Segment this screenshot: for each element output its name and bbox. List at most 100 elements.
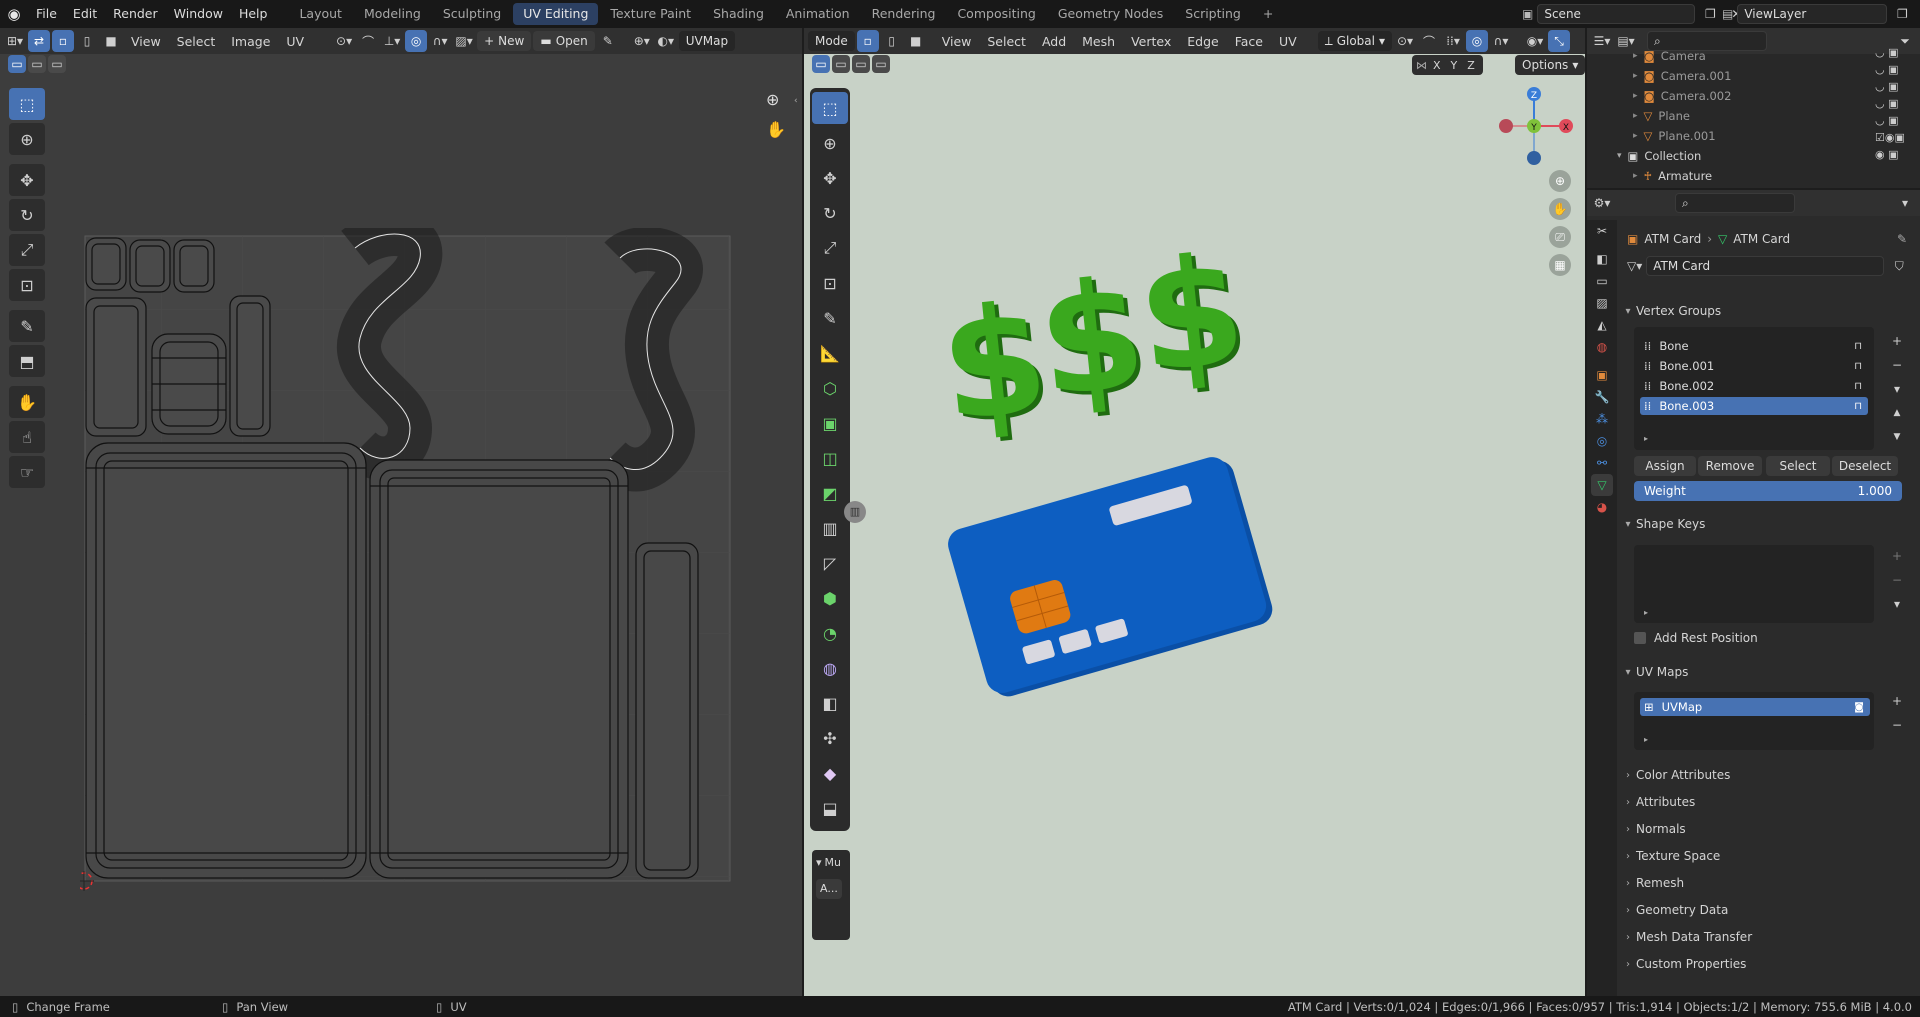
- eye-icon[interactable]: ◡ ▣: [1875, 63, 1905, 76]
- outliner-row-camera-002[interactable]: ▸ ◙ Camera.002: [1633, 86, 1731, 106]
- lock-icon[interactable]: ⊓: [1854, 361, 1862, 372]
- rotate-tool-icon[interactable]: ↻: [9, 199, 45, 231]
- vp-menu-face[interactable]: Face: [1228, 34, 1270, 49]
- add-vertex-group-icon[interactable]: +: [1886, 330, 1908, 352]
- geometry-data-header[interactable]: › Geometry Data: [1620, 899, 1910, 921]
- custom-properties-header[interactable]: › Custom Properties: [1620, 953, 1910, 975]
- lock-icon[interactable]: ⊓: [1854, 381, 1862, 392]
- uv-menu-select[interactable]: Select: [170, 34, 223, 49]
- scene-render[interactable]: $ $ $ $ $ $: [944, 243, 1544, 703]
- uv-island-chip[interactable]: [151, 333, 227, 435]
- mesh-data-icon[interactable]: ▽▾: [1627, 259, 1642, 273]
- poly-build-tool-icon[interactable]: ⬢: [812, 582, 848, 614]
- vp-transform-tool-icon[interactable]: ⊡: [812, 267, 848, 299]
- list-expand-icon[interactable]: ▸: [1644, 735, 1648, 744]
- fake-user-icon[interactable]: ⛉: [1888, 255, 1910, 277]
- move-tool-icon[interactable]: ✥: [9, 164, 45, 196]
- scene-field[interactable]: Scene: [1537, 4, 1696, 24]
- menu-render[interactable]: Render: [105, 0, 166, 28]
- move-down-icon[interactable]: ▼: [1886, 426, 1908, 448]
- scene-tab-icon[interactable]: ◭: [1591, 314, 1613, 336]
- expand-icon[interactable]: ▸: [1633, 51, 1638, 61]
- mesh-data-transfer-header[interactable]: › Mesh Data Transfer: [1620, 926, 1910, 948]
- extrude-tool-icon[interactable]: ▣: [812, 407, 848, 439]
- view-layer-field[interactable]: ViewLayer: [1737, 4, 1888, 24]
- list-expand-icon[interactable]: ▸: [1644, 608, 1648, 617]
- uv-menu-uv[interactable]: UV: [279, 34, 311, 49]
- vp-select-subtract-icon[interactable]: ▭: [852, 55, 870, 73]
- vp-select-extend-icon[interactable]: ▭: [832, 55, 850, 73]
- vp-menu-uv[interactable]: UV: [1272, 34, 1304, 49]
- uv-island-tall-left[interactable]: [85, 297, 147, 437]
- texture-space-header[interactable]: › Texture Space: [1620, 845, 1910, 867]
- assign-button[interactable]: Assign: [1634, 456, 1696, 476]
- tab-texture-paint[interactable]: Texture Paint: [600, 3, 701, 25]
- vp-zoom-icon[interactable]: ⊕: [1549, 170, 1571, 192]
- annotate-tool-icon[interactable]: ✎: [9, 310, 45, 342]
- vp-menu-edge[interactable]: Edge: [1180, 34, 1225, 49]
- add-uv-map-icon[interactable]: +: [1886, 690, 1908, 712]
- world-tab-icon[interactable]: ◍: [1591, 336, 1613, 358]
- inset-tool-icon[interactable]: ◫: [812, 442, 848, 474]
- remove-uv-map-icon[interactable]: −: [1886, 714, 1908, 736]
- uvmap-selector[interactable]: UVMap: [678, 31, 736, 51]
- tab-layout[interactable]: Layout: [289, 3, 352, 25]
- vp-menu-view[interactable]: View: [935, 34, 979, 49]
- mode-selector[interactable]: Mode: [808, 31, 855, 51]
- remove-vertex-group-icon[interactable]: −: [1886, 354, 1908, 376]
- zoom-icon[interactable]: ⊕: [766, 90, 779, 109]
- render-tab-icon[interactable]: ◧: [1591, 248, 1613, 270]
- tab-shading[interactable]: Shading: [703, 3, 774, 25]
- eye-icon[interactable]: ◉ ▣: [1875, 148, 1905, 161]
- remesh-header[interactable]: › Remesh: [1620, 872, 1910, 894]
- uv-layout-canvas[interactable]: [80, 228, 740, 898]
- vp-proportional-icon[interactable]: ◎: [1466, 30, 1489, 52]
- edge-slide-tool-icon[interactable]: ◧: [812, 687, 848, 719]
- vp-menu-select[interactable]: Select: [980, 34, 1033, 49]
- new-view-layer-icon[interactable]: ❐: [1891, 3, 1913, 25]
- vp-scale-tool-icon[interactable]: ⤢: [812, 232, 848, 264]
- editor-type-icon[interactable]: ⊞▾: [4, 30, 26, 52]
- add-rest-position-checkbox[interactable]: [1634, 632, 1646, 644]
- pin-icon[interactable]: ✎: [1897, 232, 1907, 246]
- eye-icon[interactable]: ◡ ▣: [1875, 80, 1905, 93]
- eye-icon[interactable]: ◡ ▣: [1875, 114, 1905, 127]
- rip-tool-icon[interactable]: ⬒: [9, 345, 45, 377]
- atm-card[interactable]: [944, 452, 1276, 702]
- scale-tool-icon[interactable]: ⤢: [9, 234, 45, 266]
- vertex-group-item[interactable]: ⁞⁞ Bone ⊓: [1640, 337, 1868, 355]
- lock-icon[interactable]: ⊓: [1854, 341, 1862, 352]
- relax-tool-icon[interactable]: ☝: [9, 421, 45, 453]
- constraints-tab-icon[interactable]: ⚯: [1591, 452, 1613, 474]
- outliner-row-collection[interactable]: ▾ ▣ Collection: [1617, 146, 1701, 166]
- measure-tool-icon[interactable]: 📐: [812, 337, 848, 369]
- image-browse-icon[interactable]: ▨▾: [453, 30, 475, 52]
- camera-render-icon[interactable]: ◙: [1854, 702, 1864, 713]
- visibility-icon[interactable]: ◉▾: [1524, 30, 1546, 52]
- properties-type-icon[interactable]: ⚙▾: [1591, 192, 1613, 214]
- spin-tool-icon[interactable]: ◔: [812, 617, 848, 649]
- uv-island-card-edge[interactable]: [635, 542, 699, 879]
- properties-search-field[interactable]: ⌕: [1675, 193, 1795, 213]
- uv-sync-icon[interactable]: ⇄: [28, 30, 50, 52]
- shape-keys-header[interactable]: ▾ Shape Keys: [1620, 513, 1910, 535]
- vp-gizmo-icon[interactable]: ⤡: [1548, 30, 1571, 52]
- vp-cursor-tool-icon[interactable]: ⊕: [812, 127, 848, 159]
- attributes-header[interactable]: › Attributes: [1620, 791, 1910, 813]
- region-toggle-icon[interactable]: ▥: [844, 501, 866, 523]
- mirror-x-toggle[interactable]: X: [1429, 59, 1445, 72]
- data-tab-icon[interactable]: ▽: [1591, 474, 1613, 496]
- knife-tool-icon[interactable]: ◸: [812, 547, 848, 579]
- expand-icon[interactable]: ▸: [1633, 71, 1638, 81]
- list-expand-icon[interactable]: ▸: [1644, 434, 1648, 443]
- tab-uv-editing[interactable]: UV Editing: [513, 3, 599, 25]
- physics-tab-icon[interactable]: ◎: [1591, 430, 1613, 452]
- vp-annotate-tool-icon[interactable]: ✎: [812, 302, 848, 334]
- eye-icon[interactable]: ◡ ▣: [1875, 97, 1905, 110]
- vp-menu-vertex[interactable]: Vertex: [1124, 34, 1178, 49]
- mirror-z-toggle[interactable]: Z: [1463, 59, 1479, 72]
- uv-island-card-front[interactable]: [85, 442, 367, 879]
- select-new-icon[interactable]: ▭: [8, 55, 26, 73]
- vertex-group-item[interactable]: ⁞⁞ Bone.002 ⊓: [1640, 377, 1868, 395]
- dollar-signs[interactable]: $ $ $ $ $ $: [944, 243, 1257, 460]
